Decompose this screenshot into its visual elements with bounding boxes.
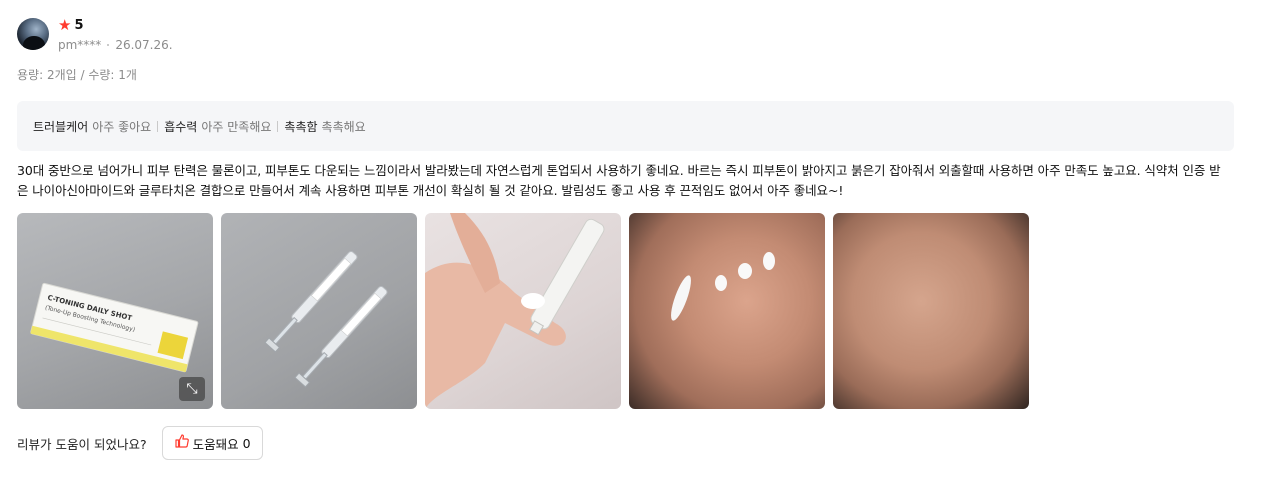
eval-value: 아주 좋아요	[92, 119, 152, 134]
helpful-section: 리뷰가 도움이 되었나요? 도움돼요 0	[17, 425, 1234, 461]
eval-item-absorption: 흡수력 아주 만족해요	[164, 118, 271, 135]
syringes-illustration	[264, 250, 388, 388]
helpful-label: 도움돼요	[192, 436, 239, 452]
review-meta: ★ 5 pm**** 26.07.26.	[58, 15, 173, 52]
helpful-question: 리뷰가 도움이 되었나요?	[17, 436, 147, 452]
face-swatch-illustration	[671, 252, 775, 321]
review-photo-face-swatches[interactable]	[629, 213, 825, 409]
author-name: pm****	[58, 38, 102, 52]
divider	[157, 120, 159, 132]
rating: ★ 5	[58, 15, 173, 35]
eval-value: 촉촉해요	[321, 119, 366, 134]
review-photo-syringes[interactable]	[221, 213, 417, 409]
expand-icon[interactable]: ⤡	[179, 377, 205, 401]
review-card: ★ 5 pm**** 26.07.26. 용량: 2개입 / 수량: 1개 트러…	[17, 15, 1234, 461]
separator-dot	[107, 44, 110, 46]
hand-cream-illustration	[425, 213, 605, 409]
eval-item-moisture: 촉촉함 촉촉해요	[284, 118, 365, 135]
eval-key: 촉촉함	[284, 119, 318, 134]
eval-key: 트러블케어	[33, 119, 89, 134]
thumbs-up-icon	[174, 434, 189, 452]
review-header: ★ 5 pm**** 26.07.26.	[17, 15, 1234, 57]
purchase-options: 용량: 2개입 / 수량: 1개	[17, 68, 137, 82]
review-photos: C-TONING DAILY SHOT (Tone-Up Boosting Te…	[17, 213, 1234, 409]
author-date: pm**** 26.07.26.	[58, 38, 173, 52]
review-photo-product-box[interactable]: C-TONING DAILY SHOT (Tone-Up Boosting Te…	[17, 213, 213, 409]
divider	[277, 120, 279, 132]
helpful-count: 0	[242, 435, 251, 451]
review-date: 26.07.26.	[115, 38, 173, 52]
evaluation-summary: 트러블케어 아주 좋아요 흡수력 아주 만족해요 촉촉함 촉촉해요	[17, 101, 1234, 151]
eval-key: 흡수력	[164, 119, 198, 134]
review-photo-face-after[interactable]	[833, 213, 1029, 409]
eval-item-trouble-care: 트러블케어 아주 좋아요	[33, 118, 151, 135]
review-photo-hand-cream[interactable]	[425, 213, 621, 409]
review-text: 30대 중반으로 넘어가니 피부 탄력은 물론이고, 피부톤도 다운되는 느낌이…	[17, 163, 1221, 198]
avatar	[17, 18, 49, 50]
star-icon: ★	[58, 15, 72, 34]
rating-score: 5	[74, 17, 84, 33]
eval-value: 아주 만족해요	[201, 119, 272, 134]
helpful-button[interactable]: 도움돼요 0	[161, 426, 263, 460]
